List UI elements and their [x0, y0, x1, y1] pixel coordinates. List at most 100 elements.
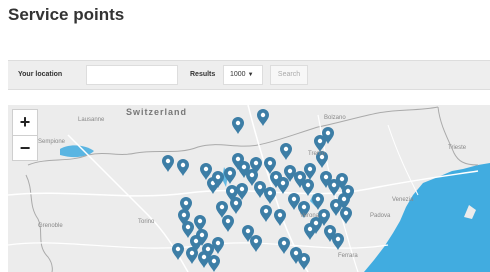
results-select-value: 1000 [230, 71, 246, 78]
map-marker-icon[interactable] [162, 155, 174, 172]
zoom-out-button[interactable]: − [13, 136, 37, 161]
map-marker-dot [333, 202, 339, 208]
place-label-sempione: Sempione [38, 139, 66, 145]
zoom-control: + − [12, 109, 38, 161]
map-marker-dot [205, 246, 211, 252]
map-marker-dot [235, 156, 241, 162]
map-marker-dot [327, 228, 333, 234]
place-label-trento: Trento [308, 151, 326, 157]
map-marker-dot [325, 130, 331, 136]
map-marker-icon[interactable] [277, 177, 289, 194]
map-marker-dot [260, 112, 266, 118]
map-marker-dot [175, 246, 181, 252]
map-marker-icon[interactable] [257, 109, 269, 126]
map-marker-dot [227, 170, 233, 176]
map-marker-dot [229, 188, 235, 194]
map-marker-dot [280, 180, 286, 186]
map-marker-icon[interactable] [298, 253, 310, 270]
map-marker-dot [313, 220, 319, 226]
map-marker-dot [245, 228, 251, 234]
map-marker-dot [307, 166, 313, 172]
place-label-verona: Verona [300, 213, 320, 219]
map-marker-icon[interactable] [340, 207, 352, 224]
map-marker-dot [193, 238, 199, 244]
map-marker-dot [263, 208, 269, 214]
map-marker-dot [291, 196, 297, 202]
map-marker-dot [317, 138, 323, 144]
map-marker-dot [219, 204, 225, 210]
map-marker-dot [215, 240, 221, 246]
map-marker-dot [185, 224, 191, 230]
map-marker-dot [287, 168, 293, 174]
map-marker-dot [215, 174, 221, 180]
map-marker-dot [211, 258, 217, 264]
map-marker-icon[interactable] [172, 243, 184, 260]
map-marker-dot [235, 120, 241, 126]
map-marker-dot [301, 256, 307, 262]
map-marker-dot [180, 162, 186, 168]
map-marker-icon[interactable] [312, 193, 324, 210]
location-input[interactable] [86, 65, 178, 85]
map-marker-icon[interactable] [222, 215, 234, 232]
country-label: Switzerland [126, 107, 188, 117]
place-label-grenoble: Grenoble [38, 223, 63, 229]
map-marker-dot [257, 184, 263, 190]
map-marker-icon[interactable] [278, 237, 290, 254]
map-marker-dot [277, 212, 283, 218]
map-marker-icon[interactable] [200, 163, 212, 180]
map-marker-dot [203, 166, 209, 172]
location-label: Your location [18, 71, 63, 78]
page-title: Service points [8, 5, 125, 24]
place-label-lausanne: Lausanne [78, 117, 105, 123]
place-label-torino: Torino [138, 219, 155, 225]
map-marker-dot [335, 236, 341, 242]
map-marker-dot [253, 238, 259, 244]
map-marker-dot [273, 174, 279, 180]
map-marker-icon[interactable] [186, 247, 198, 264]
map-marker-icon[interactable] [232, 117, 244, 134]
map-marker-dot [233, 200, 239, 206]
map-marker-dot [267, 160, 273, 166]
map-marker-icon[interactable] [177, 159, 189, 176]
place-label-venezia: Venezia [392, 197, 414, 203]
search-bar: Your location Results 1000 ▼ Search [8, 60, 490, 90]
map-marker-dot [305, 182, 311, 188]
map-marker-dot [249, 172, 255, 178]
map-marker-icon[interactable] [212, 237, 224, 254]
map-marker-dot [301, 204, 307, 210]
map-marker-dot [281, 240, 287, 246]
map-marker-dot [315, 196, 321, 202]
map-marker-dot [181, 212, 187, 218]
map-marker-icon[interactable] [208, 255, 220, 272]
map-marker-dot [197, 218, 203, 224]
map-marker-icon[interactable] [260, 205, 272, 222]
map-marker-icon[interactable] [280, 143, 292, 160]
map-marker-dot [199, 232, 205, 238]
map-marker-dot [189, 250, 195, 256]
map-marker-dot [297, 174, 303, 180]
map-marker-icon[interactable] [264, 187, 276, 204]
map[interactable]: + − Switzerland Sempione Torino Bolzano … [8, 105, 490, 272]
map-marker-dot [293, 250, 299, 256]
map-marker-icon[interactable] [254, 181, 266, 198]
map-marker-icon[interactable] [182, 221, 194, 238]
search-button[interactable]: Search [270, 65, 308, 85]
results-select[interactable]: 1000 ▼ [223, 65, 263, 85]
map-marker-dot [321, 212, 327, 218]
map-canvas [8, 105, 490, 272]
map-marker-icon[interactable] [250, 235, 262, 252]
map-marker-dot [283, 146, 289, 152]
map-marker-dot [267, 190, 273, 196]
zoom-in-button[interactable]: + [13, 110, 37, 136]
map-marker-dot [239, 186, 245, 192]
map-marker-dot [165, 158, 171, 164]
map-marker-dot [343, 210, 349, 216]
map-marker-dot [183, 200, 189, 206]
map-marker-dot [307, 226, 313, 232]
map-marker-dot [323, 174, 329, 180]
map-marker-dot [339, 176, 345, 182]
map-marker-dot [345, 188, 351, 194]
map-marker-dot [201, 254, 207, 260]
place-label-ferrara: Ferrara [338, 253, 358, 259]
map-marker-dot [253, 160, 259, 166]
